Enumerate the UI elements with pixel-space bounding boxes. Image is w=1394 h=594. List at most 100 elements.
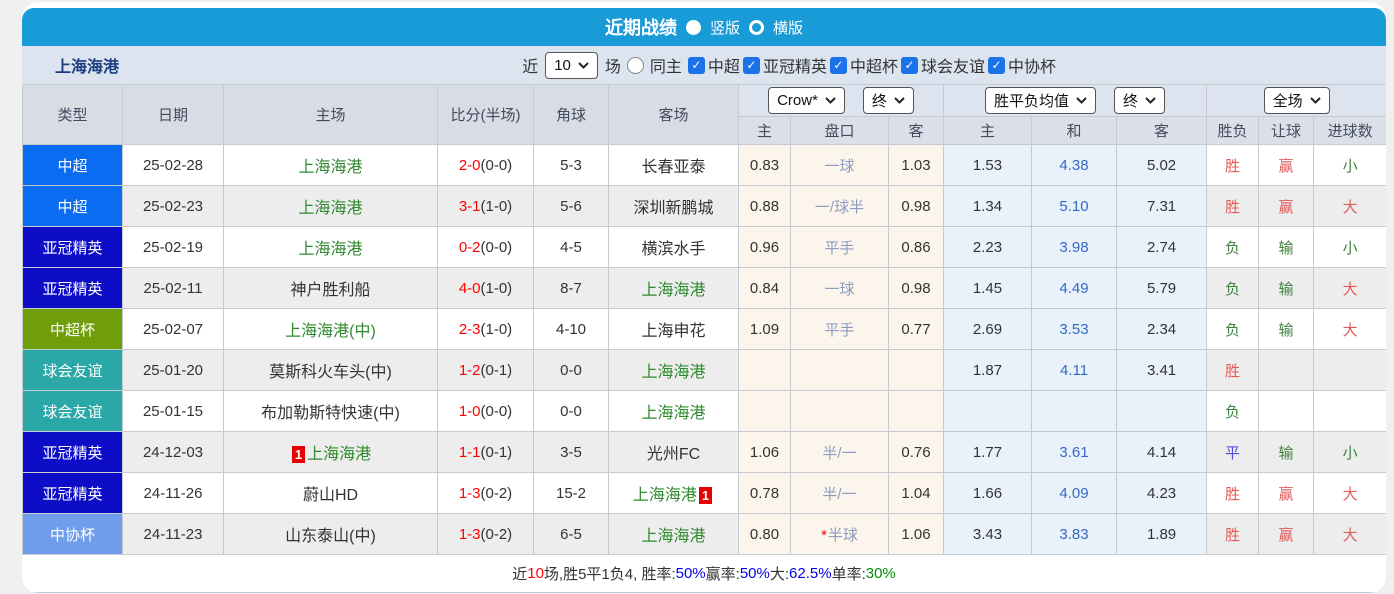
corners: 5-6 [533,185,609,227]
away-team: 上海海港 [608,513,739,555]
score: 1-0(0-0) [437,390,534,432]
portrait-radio-label[interactable]: 竖版 [710,17,740,38]
corners: 0-0 [533,390,609,432]
asia-home-odds: 0.88 [738,185,791,227]
euro-odds-header: 胜平负均值 终 [943,84,1208,117]
result-handicap [1258,349,1315,391]
euro-odds-type-select[interactable]: 胜平负均值 [985,87,1097,114]
result-wdl: 胜 [1206,349,1260,391]
asia-odds-time-select[interactable]: 终 [862,87,914,114]
same-home-checkbox[interactable] [626,56,644,74]
euro-draw-odds: 3.53 [1031,308,1118,350]
league-checkbox[interactable] [900,56,918,74]
summary-segment: 30% [865,565,896,582]
summary-segment: 近 [512,566,528,583]
asia-away-odds: 0.77 [887,308,945,350]
result-goals: 小 [1313,431,1386,473]
result-wdl: 胜 [1206,185,1260,227]
home-team: 上海海港 [223,226,438,268]
result-scope-header: 全场 [1206,84,1386,117]
score: 2-3(1-0) [437,308,534,350]
asia-home-odds: 1.09 [738,308,791,350]
home-team: 上海海港(中) [223,308,438,350]
euro-draw-odds: 3.83 [1031,513,1118,555]
euro-draw-odds: 4.49 [1031,267,1118,309]
league-checkbox[interactable] [987,56,1005,74]
euro-away-odds: 2.34 [1116,308,1208,350]
landscape-radio[interactable] [749,19,764,35]
league-checkbox[interactable] [742,56,760,74]
league-label: 中超 [707,59,740,76]
asia-home-odds: 0.96 [738,226,791,268]
asia-home-odds: 0.80 [738,513,791,555]
portrait-radio[interactable] [685,19,701,35]
league-label: 球会友谊 [920,59,985,76]
result-handicap: 输 [1258,308,1315,350]
euro-away-odds: 2.74 [1116,226,1208,268]
match-date: 24-12-03 [122,431,224,473]
league-checkbox[interactable] [687,56,705,74]
red-card-badge: 1 [698,487,713,504]
asia-handicap: 一球 [790,267,889,309]
league-checkbox[interactable] [829,56,847,74]
red-card-badge: 1 [291,446,306,463]
asia-odds-header: Crow* 终 [737,84,945,117]
result-wdl: 胜 [1206,472,1260,514]
sub-header-asia-away: 客 [887,116,945,145]
sub-header-euro-home: 主 [943,116,1033,145]
asia-away-odds: 0.98 [887,185,945,227]
euro-home-odds: 1.77 [943,431,1033,473]
chevron-down-icon [825,97,836,104]
league-badge: 球会友谊 [22,390,123,432]
sub-header-handicap: 盘口 [790,116,889,145]
league-filter-item: 亚冠精英 [740,53,827,77]
home-team: 山东泰山(中) [223,513,438,555]
asia-handicap: 一/球半 [790,185,889,227]
home-team: 布加勒斯特快速(中) [223,390,438,432]
col-header-away: 客场 [608,84,739,145]
euro-odds-time-select[interactable]: 终 [1114,87,1166,114]
chevron-down-icon [1145,97,1156,104]
landscape-radio-label[interactable]: 横版 [773,17,803,38]
asia-home-odds [738,390,791,432]
chevron-down-icon [1076,97,1087,104]
sub-header-euro-draw: 和 [1031,116,1118,145]
summary-bar: 近 10 场,胜5平1负4, 胜率: 50% 赢率: 50% 大: 62.5% 单率: 30… [22,555,1386,593]
match-count-select[interactable]: 10 [545,51,598,79]
asia-handicap: 一球 [790,144,889,186]
asia-handicap: 平手 [790,226,889,268]
recent-results-panel: 近期战绩 竖版 横版 上海海港 近 10 场 同主 中超亚冠精英中超杯球会友谊中… [22,2,1386,593]
asia-away-odds [887,390,945,432]
result-wdl: 负 [1206,390,1260,432]
corners: 3-5 [533,431,609,473]
asia-away-odds: 0.86 [887,226,945,268]
away-team: 深圳新鹏城 [608,185,739,227]
bookmaker-select[interactable]: Crow* [768,87,845,114]
euro-home-odds [943,390,1033,432]
league-filter-group: 中超 亚冠精英 中超杯 球会友谊 中协杯 [685,53,1056,77]
asia-handicap: 半/一 [790,431,889,473]
euro-draw-odds: 4.09 [1031,472,1118,514]
result-handicap: 输 [1258,226,1315,268]
score: 1-3(0-2) [437,472,534,514]
score: 2-0(0-0) [437,144,534,186]
match-row: 亚冠精英 24-12-03 1 上海海港 1-1(0-1) 3-5 光州FC 1.06 半/一 0… [22,431,1386,473]
summary-segment: 赢率: [705,566,740,583]
scope-select[interactable]: 全场 [1263,87,1330,114]
result-handicap: 赢 [1258,185,1315,227]
result-goals: 小 [1313,226,1386,268]
score: 1-2(0-1) [437,349,534,391]
euro-away-odds [1116,390,1208,432]
results-table: 类型 日期 主场 比分(半场) 角球 客场 Crow* 终 胜平负均值 终 全场… [22,84,1386,555]
euro-draw-odds: 4.38 [1031,144,1118,186]
summary-segment: 10 [527,565,544,582]
asia-handicap [790,390,889,432]
match-row: 亚冠精英 25-02-11 神户胜利船 4-0(1-0) 8-7 上海海港 0.84 一球 0.… [22,267,1386,309]
corners: 5-3 [533,144,609,186]
league-badge: 中超 [22,144,123,186]
games-label: 场 [604,59,621,76]
euro-away-odds: 1.89 [1116,513,1208,555]
home-team: 神户胜利船 [223,267,438,309]
euro-home-odds: 3.43 [943,513,1033,555]
sub-header-cover: 让球 [1258,116,1315,145]
